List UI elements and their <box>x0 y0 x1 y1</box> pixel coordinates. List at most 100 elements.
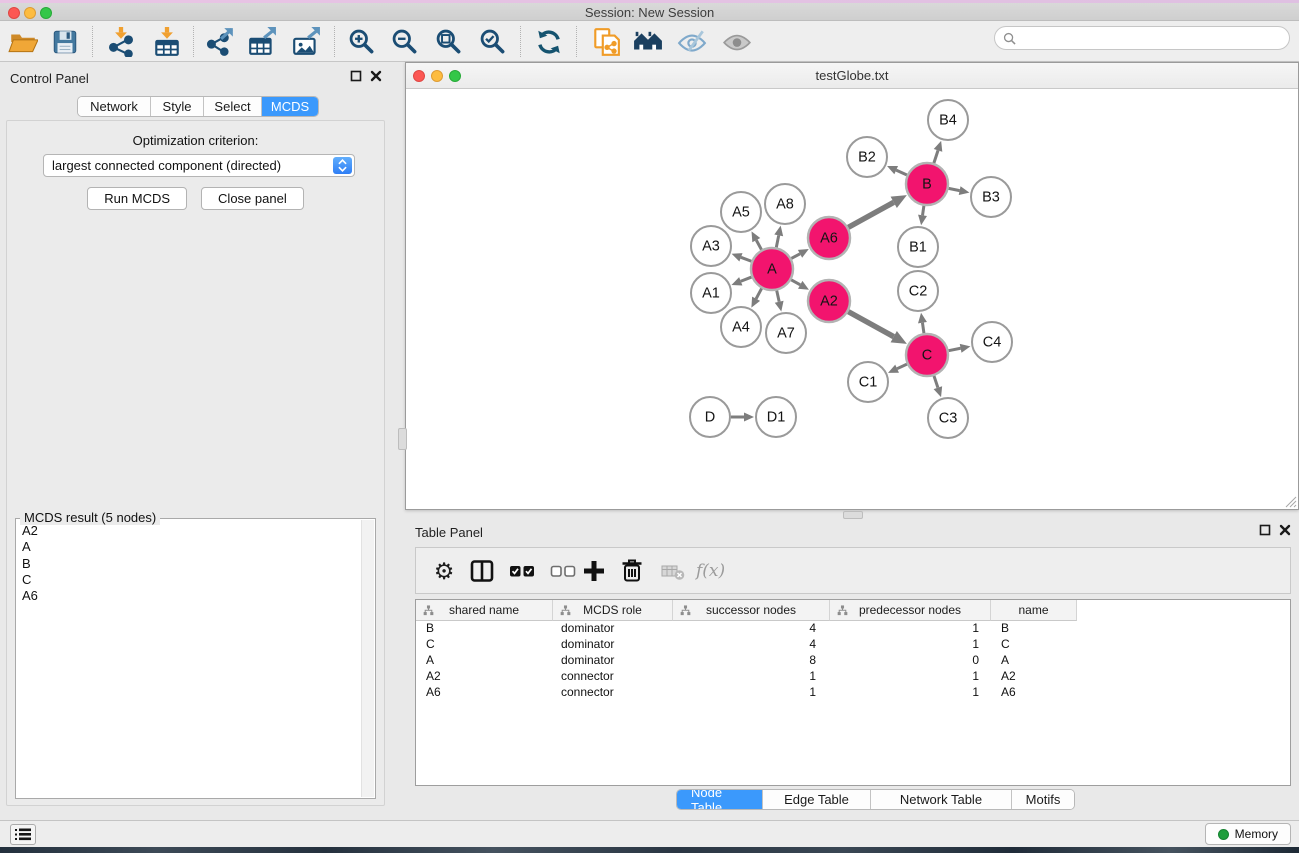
task-history-button[interactable] <box>10 824 36 845</box>
show-graphics-details-icon[interactable] <box>722 27 752 57</box>
tab-network[interactable]: Network <box>78 97 151 116</box>
node-A3[interactable]: A3 <box>691 226 731 266</box>
resize-grip-icon[interactable] <box>1284 495 1297 508</box>
control-panel: Control Panel NetworkStyleSelectMCDS Opt… <box>0 62 390 818</box>
result-item[interactable]: B <box>17 556 361 572</box>
hide-graphics-details-icon[interactable] <box>677 27 707 57</box>
table-cell: B <box>991 621 1077 637</box>
open-folder-icon[interactable] <box>8 27 38 57</box>
zoom-selected-icon[interactable] <box>478 27 508 57</box>
node-A7[interactable]: A7 <box>766 313 806 353</box>
close-panel-button[interactable]: Close panel <box>201 187 304 210</box>
tab-edge-table[interactable]: Edge Table <box>763 790 871 809</box>
tab-node-table[interactable]: Node Table <box>677 790 763 809</box>
node-C4[interactable]: C4 <box>972 322 1012 362</box>
status-bar: Memory <box>0 820 1299 847</box>
svg-text:D1: D1 <box>767 410 786 426</box>
clone-network-icon[interactable] <box>591 27 621 57</box>
node-B[interactable]: B <box>906 163 948 205</box>
network-window-titlebar[interactable]: testGlobe.txt <box>406 63 1298 89</box>
column-header-shared-name[interactable]: shared name <box>416 600 553 621</box>
export-table-icon[interactable] <box>247 27 277 57</box>
import-network-icon[interactable] <box>106 27 136 57</box>
home-icon[interactable] <box>633 27 663 57</box>
table-cell: dominator <box>553 621 673 637</box>
node-A6[interactable]: A6 <box>808 217 850 259</box>
column-header-mcds-role[interactable]: MCDS role <box>553 600 673 621</box>
save-icon[interactable] <box>50 27 80 57</box>
columns-icon[interactable] <box>468 557 496 585</box>
node-A4[interactable]: A4 <box>721 307 761 347</box>
node-B2[interactable]: B2 <box>847 137 887 177</box>
node-C1[interactable]: C1 <box>848 362 888 402</box>
toolbar-separator <box>576 26 577 57</box>
vertical-splitter-handle[interactable] <box>398 428 407 450</box>
edge-A-A5 <box>752 231 762 249</box>
svg-text:B4: B4 <box>939 113 957 129</box>
float-panel-icon[interactable] <box>350 70 362 82</box>
result-item[interactable]: C <box>17 572 361 588</box>
result-scrollbar[interactable] <box>361 520 374 797</box>
network-canvas[interactable]: A A1 A2 A3 A4 A5 A6 A7 A8 B B1 B2 B3 B4 C C1 C2 C3C4 D D1 <box>406 89 1298 509</box>
column-header-successor-nodes[interactable]: successor nodes <box>673 600 830 621</box>
tab-select[interactable]: Select <box>204 97 262 116</box>
export-image-icon[interactable] <box>291 27 321 57</box>
column-header-predecessor-nodes[interactable]: predecessor nodes <box>830 600 991 621</box>
delete-column-icon[interactable] <box>618 557 646 585</box>
edge-A-A8 <box>774 226 783 248</box>
export-network-icon[interactable] <box>205 27 235 57</box>
node-A2[interactable]: A2 <box>808 280 850 322</box>
node-D[interactable]: D <box>690 397 730 437</box>
node-A[interactable]: A <box>751 248 793 290</box>
add-column-icon[interactable] <box>580 557 608 585</box>
node-B1[interactable]: B1 <box>898 227 938 267</box>
refresh-icon[interactable] <box>534 27 564 57</box>
node-C2[interactable]: C2 <box>898 271 938 311</box>
zoom-out-icon[interactable] <box>390 27 420 57</box>
table-cell: A2 <box>991 669 1077 685</box>
node-B4[interactable]: B4 <box>928 100 968 140</box>
close-panel-icon[interactable] <box>370 70 382 82</box>
deselect-all-checkboxes-icon[interactable] <box>549 557 577 585</box>
import-table-icon[interactable] <box>152 27 182 57</box>
result-item[interactable]: A6 <box>17 588 361 604</box>
table-row[interactable]: Cdominator41C <box>416 637 1290 653</box>
select-all-checkboxes-icon[interactable] <box>508 557 536 585</box>
node-B3[interactable]: B3 <box>971 177 1011 217</box>
node-C3[interactable]: C3 <box>928 398 968 438</box>
node-D1[interactable]: D1 <box>756 397 796 437</box>
node-C[interactable]: C <box>906 334 948 376</box>
result-item[interactable]: A <box>17 539 361 555</box>
criterion-select[interactable]: largest connected component (directed) <box>43 154 355 177</box>
table-cell: dominator <box>553 637 673 653</box>
close-table-panel-icon[interactable] <box>1279 524 1291 536</box>
function-builder-icon[interactable]: f(x) <box>696 561 725 581</box>
run-mcds-button[interactable]: Run MCDS <box>87 187 187 210</box>
zoom-in-icon[interactable] <box>347 27 377 57</box>
node-A8[interactable]: A8 <box>765 184 805 224</box>
app-titlebar: Session: New Session <box>0 3 1299 21</box>
node-A1[interactable]: A1 <box>691 273 731 313</box>
float-table-panel-icon[interactable] <box>1259 524 1271 536</box>
svg-text:B1: B1 <box>909 240 927 256</box>
table-row[interactable]: Bdominator41B <box>416 621 1290 637</box>
search-field[interactable] <box>994 26 1290 50</box>
delete-table-icon[interactable] <box>659 557 687 585</box>
table-row[interactable]: A6connector11A6 <box>416 685 1290 701</box>
hierarchy-icon <box>837 605 848 616</box>
gear-icon[interactable]: ⚙ <box>430 557 458 585</box>
table-row[interactable]: Adominator80A <box>416 653 1290 669</box>
table-cell: C <box>416 637 553 653</box>
node-A5[interactable]: A5 <box>721 192 761 232</box>
tab-motifs[interactable]: Motifs <box>1012 790 1074 809</box>
hierarchy-icon <box>560 605 571 616</box>
tab-mcds[interactable]: MCDS <box>262 97 318 116</box>
search-input[interactable] <box>1021 31 1289 46</box>
column-header-name[interactable]: name <box>991 600 1077 621</box>
memory-button[interactable]: Memory <box>1205 823 1291 845</box>
tab-network-table[interactable]: Network Table <box>871 790 1012 809</box>
tab-style[interactable]: Style <box>151 97 204 116</box>
result-item[interactable]: A2 <box>17 523 361 539</box>
zoom-fit-icon[interactable] <box>434 27 464 57</box>
table-row[interactable]: A2connector11A2 <box>416 669 1290 685</box>
